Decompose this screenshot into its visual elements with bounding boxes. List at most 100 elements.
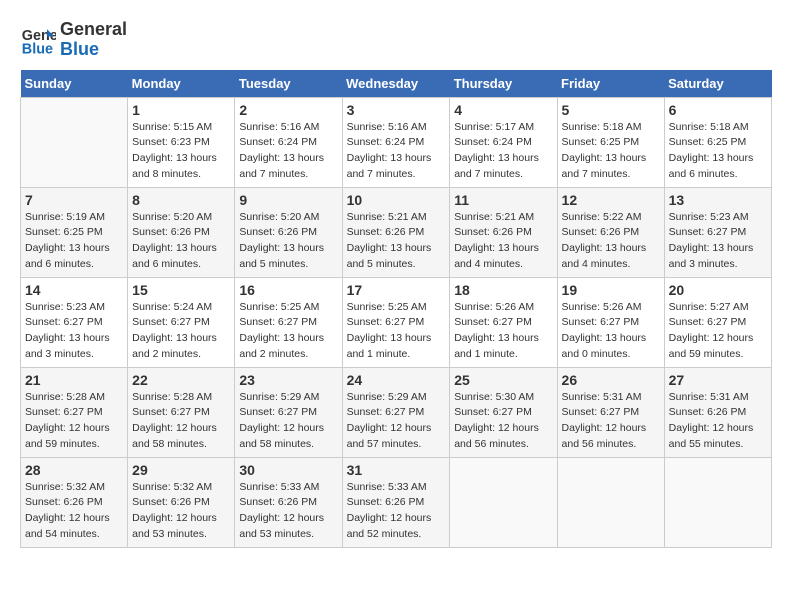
day-number: 5 bbox=[562, 102, 660, 118]
calendar-table: SundayMondayTuesdayWednesdayThursdayFrid… bbox=[20, 70, 772, 548]
day-info: Sunrise: 5:25 AMSunset: 6:27 PMDaylight:… bbox=[239, 300, 337, 363]
logo-icon: General Blue bbox=[20, 22, 56, 58]
day-info: Sunrise: 5:25 AMSunset: 6:27 PMDaylight:… bbox=[347, 300, 446, 363]
day-info: Sunrise: 5:26 AMSunset: 6:27 PMDaylight:… bbox=[454, 300, 552, 363]
day-info: Sunrise: 5:23 AMSunset: 6:27 PMDaylight:… bbox=[25, 300, 123, 363]
day-number: 28 bbox=[25, 462, 123, 478]
day-number: 23 bbox=[239, 372, 337, 388]
day-number: 18 bbox=[454, 282, 552, 298]
day-info: Sunrise: 5:15 AMSunset: 6:23 PMDaylight:… bbox=[132, 120, 230, 183]
day-number: 15 bbox=[132, 282, 230, 298]
day-info: Sunrise: 5:27 AMSunset: 6:27 PMDaylight:… bbox=[669, 300, 767, 363]
day-number: 3 bbox=[347, 102, 446, 118]
day-info: Sunrise: 5:20 AMSunset: 6:26 PMDaylight:… bbox=[239, 210, 337, 273]
day-number: 6 bbox=[669, 102, 767, 118]
calendar-cell: 4 Sunrise: 5:17 AMSunset: 6:24 PMDaylight… bbox=[450, 97, 557, 187]
calendar-cell: 19 Sunrise: 5:26 AMSunset: 6:27 PMDayligh… bbox=[557, 277, 664, 367]
day-number: 10 bbox=[347, 192, 446, 208]
logo: General Blue General Blue bbox=[20, 20, 127, 60]
day-number: 24 bbox=[347, 372, 446, 388]
day-number: 31 bbox=[347, 462, 446, 478]
calendar-cell: 8 Sunrise: 5:20 AMSunset: 6:26 PMDaylight… bbox=[128, 187, 235, 277]
day-info: Sunrise: 5:26 AMSunset: 6:27 PMDaylight:… bbox=[562, 300, 660, 363]
calendar-cell: 25Sunrise: 5:30 AMSunset: 6:27 PMDayligh… bbox=[450, 367, 557, 457]
calendar-cell: 18 Sunrise: 5:26 AMSunset: 6:27 PMDayligh… bbox=[450, 277, 557, 367]
day-number: 2 bbox=[239, 102, 337, 118]
day-number: 20 bbox=[669, 282, 767, 298]
day-number: 4 bbox=[454, 102, 552, 118]
day-number: 1 bbox=[132, 102, 230, 118]
page-header: General Blue General Blue bbox=[20, 20, 772, 60]
day-number: 22 bbox=[132, 372, 230, 388]
day-number: 17 bbox=[347, 282, 446, 298]
calendar-cell: 20 Sunrise: 5:27 AMSunset: 6:27 PMDayligh… bbox=[664, 277, 771, 367]
svg-text:Blue: Blue bbox=[22, 41, 53, 57]
day-info: Sunrise: 5:29 AMSunset: 6:27 PMDaylight:… bbox=[239, 390, 337, 453]
day-number: 12 bbox=[562, 192, 660, 208]
calendar-cell: 16 Sunrise: 5:25 AMSunset: 6:27 PMDayligh… bbox=[235, 277, 342, 367]
day-info: Sunrise: 5:19 AMSunset: 6:25 PMDaylight:… bbox=[25, 210, 123, 273]
day-info: Sunrise: 5:28 AMSunset: 6:27 PMDaylight:… bbox=[25, 390, 123, 453]
day-info: Sunrise: 5:16 AMSunset: 6:24 PMDaylight:… bbox=[239, 120, 337, 183]
header-tuesday: Tuesday bbox=[235, 70, 342, 98]
calendar-cell: 11 Sunrise: 5:21 AMSunset: 6:26 PMDayligh… bbox=[450, 187, 557, 277]
calendar-cell: 27 Sunrise: 5:31 AMSunset: 6:26 PMDayligh… bbox=[664, 367, 771, 457]
day-number: 19 bbox=[562, 282, 660, 298]
calendar-cell bbox=[557, 457, 664, 547]
calendar-cell: 13 Sunrise: 5:23 AMSunset: 6:27 PMDayligh… bbox=[664, 187, 771, 277]
day-info: Sunrise: 5:32 AMSunset: 6:26 PMDaylight:… bbox=[132, 480, 230, 543]
day-number: 26 bbox=[562, 372, 660, 388]
calendar-cell bbox=[450, 457, 557, 547]
day-info: Sunrise: 5:28 AMSunset: 6:27 PMDaylight:… bbox=[132, 390, 230, 453]
day-number: 16 bbox=[239, 282, 337, 298]
day-number: 8 bbox=[132, 192, 230, 208]
day-number: 27 bbox=[669, 372, 767, 388]
header-wednesday: Wednesday bbox=[342, 70, 450, 98]
day-info: Sunrise: 5:21 AMSunset: 6:26 PMDaylight:… bbox=[347, 210, 446, 273]
calendar-header-row: SundayMondayTuesdayWednesdayThursdayFrid… bbox=[21, 70, 772, 98]
calendar-cell: 28Sunrise: 5:32 AMSunset: 6:26 PMDayligh… bbox=[21, 457, 128, 547]
week-row-4: 21 Sunrise: 5:28 AMSunset: 6:27 PMDayligh… bbox=[21, 367, 772, 457]
header-thursday: Thursday bbox=[450, 70, 557, 98]
day-number: 13 bbox=[669, 192, 767, 208]
day-info: Sunrise: 5:31 AMSunset: 6:26 PMDaylight:… bbox=[669, 390, 767, 453]
day-info: Sunrise: 5:33 AMSunset: 6:26 PMDaylight:… bbox=[239, 480, 337, 543]
calendar-cell: 31 Sunrise: 5:33 AMSunset: 6:26 PMDayligh… bbox=[342, 457, 450, 547]
day-number: 11 bbox=[454, 192, 552, 208]
calendar-cell: 17 Sunrise: 5:25 AMSunset: 6:27 PMDayligh… bbox=[342, 277, 450, 367]
calendar-cell bbox=[664, 457, 771, 547]
header-friday: Friday bbox=[557, 70, 664, 98]
calendar-cell: 6Sunrise: 5:18 AMSunset: 6:25 PMDaylight… bbox=[664, 97, 771, 187]
calendar-cell: 30 Sunrise: 5:33 AMSunset: 6:26 PMDayligh… bbox=[235, 457, 342, 547]
calendar-cell: 22 Sunrise: 5:28 AMSunset: 6:27 PMDayligh… bbox=[128, 367, 235, 457]
day-info: Sunrise: 5:16 AMSunset: 6:24 PMDaylight:… bbox=[347, 120, 446, 183]
day-info: Sunrise: 5:17 AMSunset: 6:24 PMDaylight:… bbox=[454, 120, 552, 183]
calendar-cell: 1 Sunrise: 5:15 AMSunset: 6:23 PMDaylight… bbox=[128, 97, 235, 187]
day-info: Sunrise: 5:18 AMSunset: 6:25 PMDaylight:… bbox=[562, 120, 660, 183]
day-info: Sunrise: 5:30 AMSunset: 6:27 PMDaylight:… bbox=[454, 390, 552, 453]
week-row-1: 1 Sunrise: 5:15 AMSunset: 6:23 PMDaylight… bbox=[21, 97, 772, 187]
calendar-cell: 10 Sunrise: 5:21 AMSunset: 6:26 PMDayligh… bbox=[342, 187, 450, 277]
day-info: Sunrise: 5:31 AMSunset: 6:27 PMDaylight:… bbox=[562, 390, 660, 453]
calendar-cell bbox=[21, 97, 128, 187]
calendar-cell: 3 Sunrise: 5:16 AMSunset: 6:24 PMDaylight… bbox=[342, 97, 450, 187]
logo-text: General Blue bbox=[60, 20, 127, 60]
calendar-cell: 29Sunrise: 5:32 AMSunset: 6:26 PMDayligh… bbox=[128, 457, 235, 547]
calendar-cell: 26 Sunrise: 5:31 AMSunset: 6:27 PMDayligh… bbox=[557, 367, 664, 457]
calendar-cell: 7Sunrise: 5:19 AMSunset: 6:25 PMDaylight… bbox=[21, 187, 128, 277]
day-info: Sunrise: 5:33 AMSunset: 6:26 PMDaylight:… bbox=[347, 480, 446, 543]
header-saturday: Saturday bbox=[664, 70, 771, 98]
day-info: Sunrise: 5:23 AMSunset: 6:27 PMDaylight:… bbox=[669, 210, 767, 273]
calendar-cell: 14Sunrise: 5:23 AMSunset: 6:27 PMDayligh… bbox=[21, 277, 128, 367]
calendar-cell: 23 Sunrise: 5:29 AMSunset: 6:27 PMDayligh… bbox=[235, 367, 342, 457]
week-row-5: 28 Sunrise: 5:32 AMSunset: 6:26 PMDayligh… bbox=[21, 457, 772, 547]
day-number: 30 bbox=[239, 462, 337, 478]
day-info: Sunrise: 5:21 AMSunset: 6:26 PMDaylight:… bbox=[454, 210, 552, 273]
day-info: Sunrise: 5:29 AMSunset: 6:27 PMDaylight:… bbox=[347, 390, 446, 453]
calendar-cell: 21 Sunrise: 5:28 AMSunset: 6:27 PMDayligh… bbox=[21, 367, 128, 457]
day-number: 21 bbox=[25, 372, 123, 388]
calendar-cell: 2 Sunrise: 5:16 AMSunset: 6:24 PMDaylight… bbox=[235, 97, 342, 187]
header-monday: Monday bbox=[128, 70, 235, 98]
day-info: Sunrise: 5:20 AMSunset: 6:26 PMDaylight:… bbox=[132, 210, 230, 273]
calendar-cell: 5 Sunrise: 5:18 AMSunset: 6:25 PMDaylight… bbox=[557, 97, 664, 187]
